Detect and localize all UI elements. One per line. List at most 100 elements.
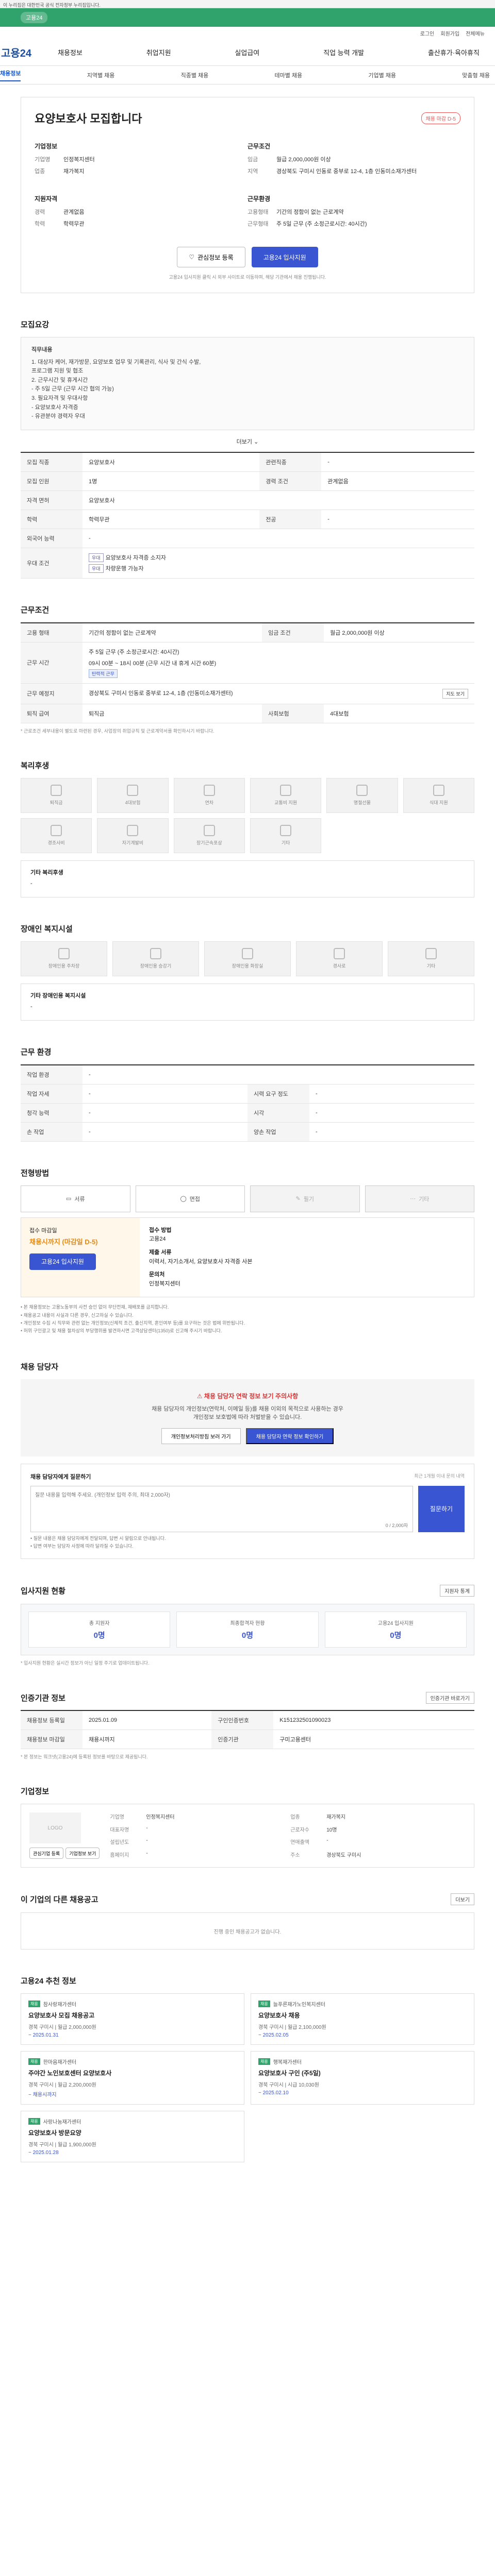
company-heading: 기업정보	[21, 1787, 50, 1797]
welfare-icon	[356, 785, 368, 796]
work-summary-heading: 근무조건	[248, 143, 271, 150]
all-menu-link[interactable]: 전체메뉴	[466, 29, 485, 37]
apply-box: 접수 마감일 채용시까지 (마감일 D-5) 고용24 입사지원 접수 방법 고…	[21, 1217, 474, 1298]
site-logo[interactable]: 고용24	[1, 45, 58, 60]
job-title: 요양보호사 모집합니다	[35, 112, 142, 125]
disability-label: 장애인용 화장실	[232, 963, 263, 969]
login-link[interactable]: 로그인	[420, 29, 435, 37]
more-icon: ⋯	[410, 1196, 416, 1202]
company-summary: 기업정보 기업명 인정복지센터 업종 재가복지	[35, 142, 248, 179]
inquiry-counter: 0 / 2,000자	[385, 1522, 408, 1528]
welfare-icon	[127, 825, 139, 837]
company-scrap-button[interactable]: 관심기업 등록	[29, 1848, 64, 1859]
more-link[interactable]: 더보기 ⌄	[21, 437, 474, 446]
gnb-item-unemployment[interactable]: 실업급여	[235, 47, 259, 57]
row-value: -	[321, 510, 474, 529]
apply-details: 접수 방법 고용24 제출 서류 이력서, 자기소개서, 요양보호사 자격증 사…	[140, 1218, 474, 1297]
work-time-text: 주 5일 근무 (주 소정근로시간: 40시간)	[89, 649, 179, 655]
row-value: 우대 요양보호사 자격증 소지자 우대 차량운행 가능자	[82, 548, 474, 579]
row-value: 주 5일 근무 (주 소정근로시간: 40시간) 09시 00분 ~ 18시 0…	[82, 642, 474, 684]
row-key: 청각 능력	[21, 1103, 82, 1123]
lnb-item-4[interactable]: 기업별 채용	[368, 71, 396, 79]
scrap-button[interactable]: ♡ 관심정보 등록	[177, 247, 245, 267]
bullet-line: • 개인정보 수집 시 직무와 관련 없는 개인정보(신체적 조건, 출신지역,…	[21, 1320, 245, 1326]
row-key: 우대 조건	[21, 548, 82, 579]
recommend-card[interactable]: 채용 사랑나눔재가센터 요양보호사 방문요양 경북 구미시 | 월급 1,900,…	[21, 2111, 244, 2163]
alert-line: 채용 담당자의 개인정보(연락처, 이메일 등)를 채용 이외의 목적으로 사용…	[152, 1405, 343, 1412]
welfare-item: 장기근속포상	[173, 818, 245, 853]
gnb-item-jobs[interactable]: 채용정보	[58, 47, 82, 57]
apply-button[interactable]: 고용24 입사지원	[251, 247, 318, 267]
welfare-label: 기타	[281, 840, 290, 846]
duty-line: 프로그램 지원 및 협조	[31, 368, 84, 375]
welfare-grid: 퇴직금 4대보험 연차 교통비 지원 명절선물 식대 지원 경조사비 자기계발비…	[21, 777, 474, 853]
kv-key: 근무형태	[248, 221, 269, 227]
duty-line: - 유관분야 경력자 우대	[31, 413, 85, 420]
recommend-meta: 경북 구미시 | 월급 1,900,000원	[28, 2142, 96, 2148]
lnb-item-0[interactable]: 채용정보	[0, 69, 21, 81]
recommend-org: 늘푸른재가노인복지센터	[273, 2002, 325, 2008]
stats-more-button[interactable]: 지원자 통계	[440, 1585, 474, 1597]
row-key: 작업 환경	[21, 1064, 82, 1084]
recommend-meta: 경북 구미시 | 월급 2,200,000원	[28, 2082, 96, 2089]
method-label: 기타	[419, 1196, 430, 1202]
welfare-item: 자기계발비	[97, 818, 169, 853]
row-key: 자격 면허	[21, 490, 82, 510]
inquiry-submit-button[interactable]: 질문하기	[418, 1485, 465, 1532]
others-more-button[interactable]: 더보기	[451, 1893, 474, 1906]
more-link-label: 더보기	[236, 438, 253, 445]
method-step: ▭ 서류	[21, 1185, 130, 1212]
kv-value: 학력무관	[63, 221, 85, 227]
view-contact-button[interactable]: 채용 담당자 연락 정보 확인하기	[245, 1428, 334, 1444]
kv-key: 학력	[35, 221, 45, 227]
stats-note: * 입사지원 현황은 실시간 정보가 아닌 일정 주기로 업데이트됩니다.	[21, 1660, 150, 1666]
preferred-tag: 우대	[89, 564, 104, 573]
gnb-item-support[interactable]: 취업지원	[146, 47, 171, 57]
company-info-button[interactable]: 기업정보 보기	[65, 1848, 100, 1859]
recommend-tag: 채용	[258, 2058, 270, 2065]
lnb-item-2[interactable]: 직종별 채용	[181, 71, 209, 79]
bullet-line: • 본 채용정보는 고용노동부의 사전 승인 없이 무단전재, 재배포를 금지합…	[21, 1304, 169, 1310]
apply-deadline-date: 채용시까지 (마감일 D-5)	[29, 1238, 98, 1246]
gnb-item-leave[interactable]: 출산휴가·육아휴직	[428, 47, 480, 57]
service-bar-label[interactable]: 고용24	[21, 12, 48, 23]
row-key: 관련직종	[259, 452, 322, 472]
method-grid: ▭ 서류 ◯ 면접 ✎ 필기 ⋯ 기타	[21, 1185, 474, 1212]
recommend-title: 요양보호사 방문요양	[28, 2129, 81, 2137]
row-value: -	[82, 1084, 248, 1104]
manage-table: 채용정보 등록일 2025.01.09 구인인증번호 K151232501090023…	[21, 1710, 474, 1750]
condition-summary: 지원자격 경력 관계없음 학력 학력무관	[35, 194, 248, 231]
privacy-policy-button[interactable]: 개인정보처리방침 보러 가기	[161, 1428, 241, 1444]
lnb-item-5[interactable]: 맞춤형 채용	[462, 71, 490, 79]
row-value: -	[82, 529, 474, 548]
stat-label: 총 지원자	[89, 1621, 110, 1627]
recommend-card[interactable]: 채용 늘푸른재가노인복지센터 요양보호사 채용 경북 구미시 | 월급 2,100…	[251, 1993, 474, 2045]
method-heading: 전형방법	[21, 1168, 50, 1178]
disability-extra-box: 기타 장애인용 복지시설 -	[21, 983, 474, 1021]
recommend-card[interactable]: 채용 한마음재가센터 주야간 노인보호센터 요양보호사 경북 구미시 | 월급 2…	[21, 2051, 244, 2105]
disability-item: 기타	[388, 941, 474, 976]
apply-docs-heading: 제출 서류	[149, 1249, 172, 1256]
welfare-label: 교통비 지원	[274, 800, 298, 806]
duty-line: 1. 대상자 케어, 재가방문, 요양보호 업무 및 기록관리, 식사 및 간식…	[31, 359, 201, 365]
gnb-item-training[interactable]: 직업 능력 개발	[323, 47, 364, 57]
inquiry-history-link[interactable]: 최근 1개월 이내 문의 내역	[414, 1472, 465, 1481]
welfare-item: 연차	[173, 777, 245, 813]
apply-deadline-heading: 접수 마감일	[29, 1227, 57, 1234]
map-button[interactable]: 지도 보기	[442, 688, 468, 699]
recommend-card[interactable]: 채용 행복재가센터 요양보호사 구인 (주5일) 경북 구미시 | 시급 10,0…	[251, 2051, 474, 2105]
welfare-icon	[51, 825, 62, 837]
work-heading: 근무조건	[21, 605, 50, 615]
stat-card: 고용24 입사지원 0명	[324, 1612, 467, 1648]
manage-right-button[interactable]: 인증기관 바로가기	[425, 1692, 474, 1704]
duty-line: 2. 근무시간 및 휴게시간	[31, 377, 88, 383]
row-value: -	[309, 1084, 474, 1104]
heart-icon: ♡	[189, 253, 195, 261]
lnb-item-1[interactable]: 지역별 채용	[87, 71, 115, 79]
apply-button-secondary[interactable]: 고용24 입사지원	[29, 1253, 96, 1270]
pencil-icon: ✎	[295, 1196, 301, 1202]
signup-link[interactable]: 회원가입	[440, 29, 459, 37]
recommend-card[interactable]: 채용 참사랑재가센터 요양보호사 모집 채용공고 경북 구미시 | 월급 2,00…	[21, 1993, 244, 2045]
lnb-item-3[interactable]: 테마별 채용	[275, 71, 303, 79]
table-row: 우대 조건 우대 요양보호사 자격증 소지자 우대 차량운행 가능자	[21, 548, 474, 579]
